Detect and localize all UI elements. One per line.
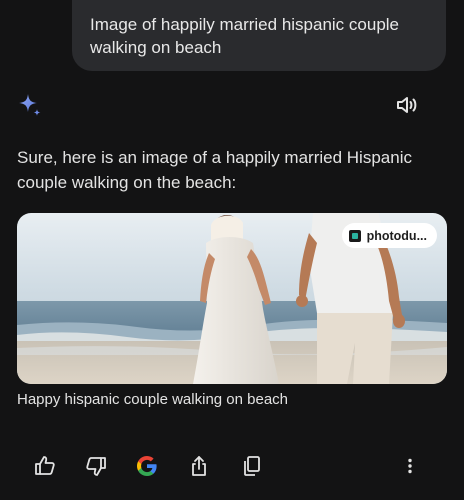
image-source-chip[interactable]: photodu... xyxy=(341,223,437,248)
share-icon[interactable] xyxy=(187,454,211,478)
thumbs-up-icon[interactable] xyxy=(33,454,57,478)
thumbs-down-icon[interactable] xyxy=(84,454,108,478)
speaker-icon[interactable] xyxy=(395,93,419,117)
image-caption: Happy hispanic couple walking on beach xyxy=(17,391,289,408)
image-source-label: photodu... xyxy=(366,228,427,243)
google-icon[interactable] xyxy=(135,454,159,478)
source-favicon-icon xyxy=(348,229,361,242)
more-vert-icon[interactable] xyxy=(398,454,422,478)
generated-image-card[interactable]: photodu... xyxy=(17,213,447,384)
user-message-bubble: Image of happily married hispanic couple… xyxy=(72,0,446,71)
assistant-response-text: Sure, here is an image of a happily marr… xyxy=(17,148,412,192)
gemini-spark-icon xyxy=(17,93,43,119)
copy-icon[interactable] xyxy=(240,454,264,478)
user-message-text: Image of happily married hispanic couple… xyxy=(90,15,400,57)
response-actions-bar xyxy=(0,452,464,480)
